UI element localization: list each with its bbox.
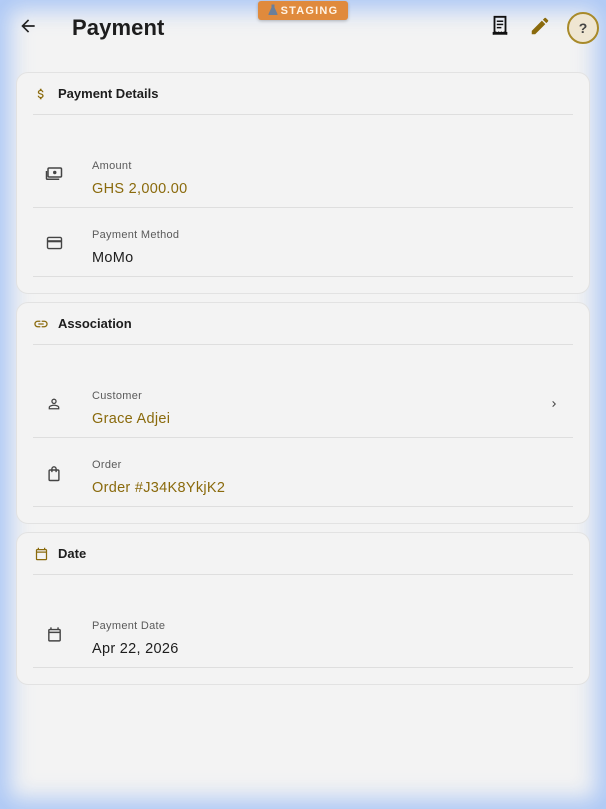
page-title: Payment [72, 15, 165, 40]
amount-value: GHS 2,000.00 [92, 181, 188, 197]
association-header: Association [33, 303, 573, 345]
pencil-icon [529, 15, 551, 42]
dollar-icon [33, 86, 49, 102]
customer-value: Grace Adjei [92, 411, 171, 427]
staging-label: STAGING [280, 4, 339, 17]
association-card: Association Customer Grace Adjei Order O… [16, 302, 590, 524]
order-label: Order [92, 459, 122, 471]
order-value: Order #J34K8YkjK2 [92, 480, 226, 496]
app-window: Payment STAGING ? Payment Details Amount… [0, 0, 606, 809]
cash-icon [45, 165, 63, 183]
payment-date-value: Apr 22, 2026 [92, 641, 179, 657]
date-title: Date [58, 546, 87, 561]
payment-date-label: Payment Date [92, 620, 166, 632]
arrow-left-icon [18, 16, 38, 41]
flask-icon [268, 4, 278, 18]
order-row[interactable]: Order Order #J34K8YkjK2 [33, 438, 573, 507]
customer-label: Customer [92, 390, 143, 402]
payment-method-row: Payment Method MoMo [33, 208, 573, 277]
date-header: Date [33, 533, 573, 575]
person-icon [45, 395, 63, 413]
payment-details-title: Payment Details [58, 86, 159, 101]
association-title: Association [58, 316, 132, 331]
link-icon [33, 316, 49, 332]
calendar-icon [33, 546, 49, 562]
payment-date-row: Payment Date Apr 22, 2026 [33, 599, 573, 668]
credit-card-icon [45, 234, 63, 252]
staging-badge: STAGING [258, 1, 348, 20]
shopping-bag-icon [45, 464, 63, 482]
customer-row[interactable]: Customer Grace Adjei [33, 369, 573, 438]
question-icon: ? [578, 20, 588, 36]
edit-button[interactable] [524, 12, 556, 44]
amount-row: Amount GHS 2,000.00 [33, 139, 573, 208]
payment-method-label: Payment Method [92, 229, 180, 241]
amount-label: Amount [92, 160, 132, 172]
date-card: Date Payment Date Apr 22, 2026 [16, 532, 590, 685]
calendar-icon [45, 625, 63, 643]
receipt-icon [489, 15, 511, 42]
help-button[interactable]: ? [567, 12, 599, 44]
app-bar: Payment STAGING ? [0, 0, 606, 56]
chevron-right-icon [547, 397, 561, 411]
payment-method-value: MoMo [92, 250, 134, 266]
payment-details-card: Payment Details Amount GHS 2,000.00 Paym… [16, 72, 590, 294]
payment-details-header: Payment Details [33, 73, 573, 115]
receipt-button[interactable] [484, 12, 516, 44]
back-button[interactable] [12, 12, 44, 44]
